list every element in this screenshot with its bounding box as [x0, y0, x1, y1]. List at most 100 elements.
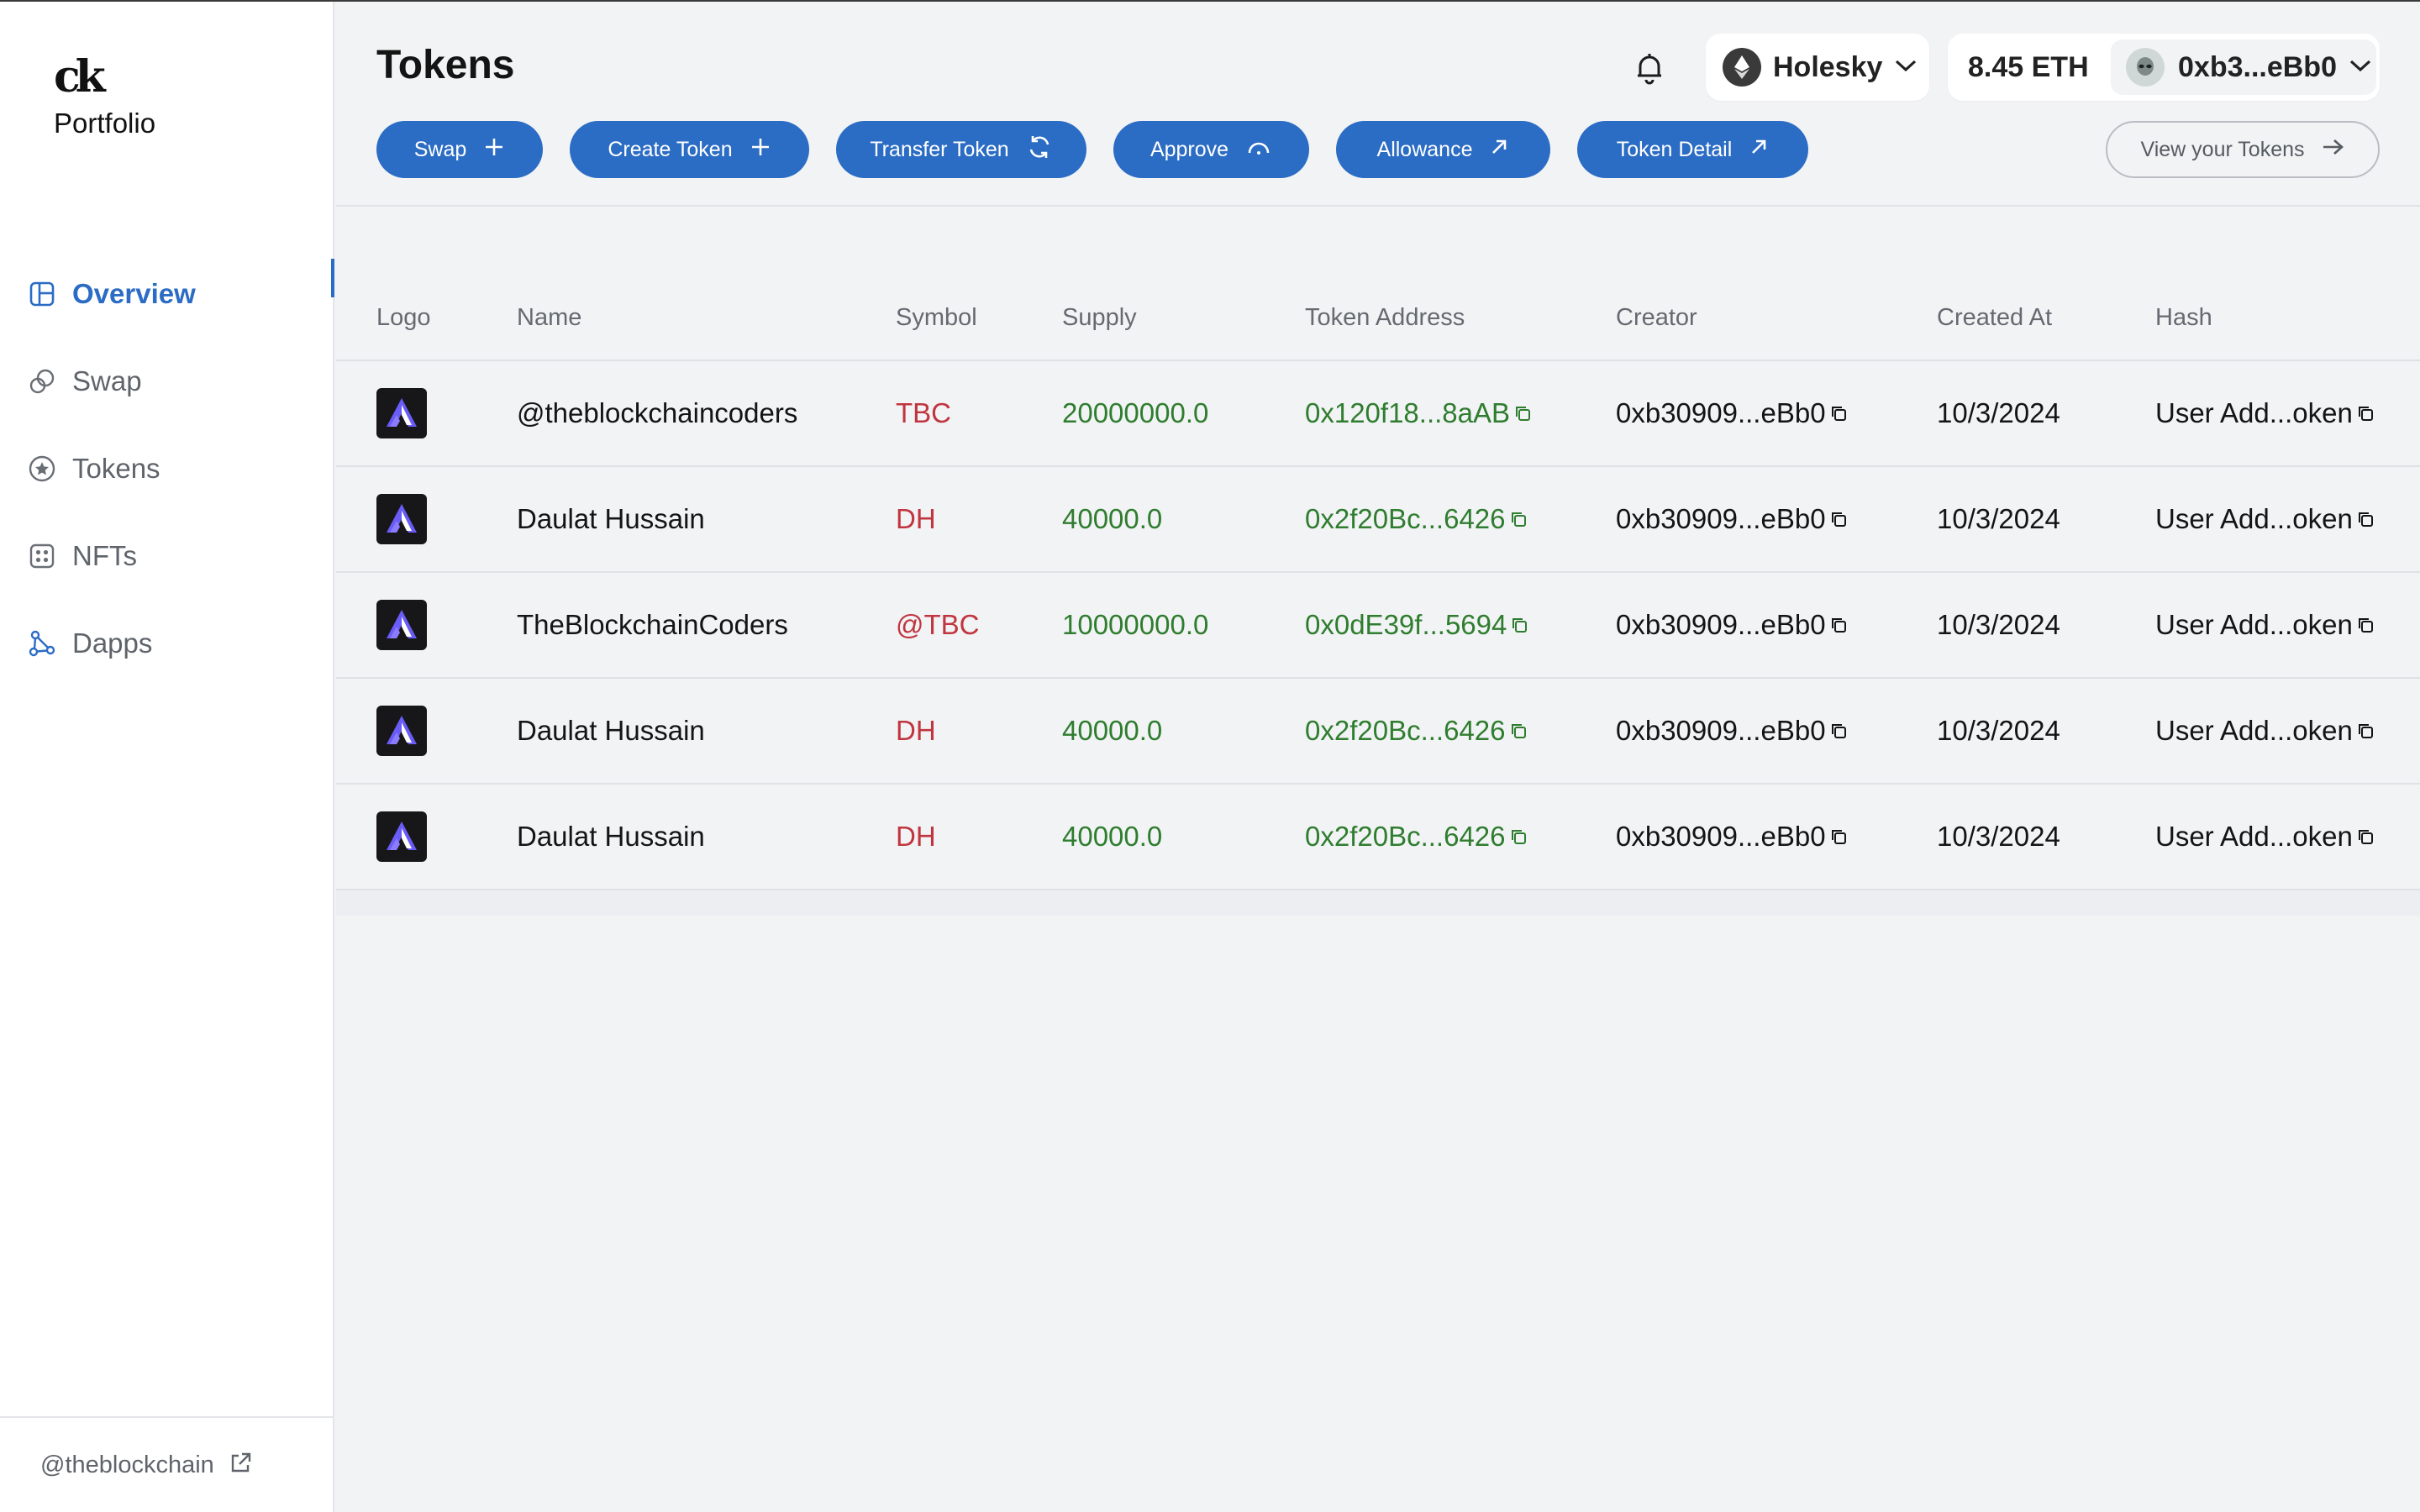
approve-button[interactable]: Approve — [1113, 121, 1309, 178]
copy-icon[interactable] — [1509, 821, 1528, 853]
token-supply: 40000.0 — [1062, 679, 1162, 783]
copy-icon[interactable] — [2356, 609, 2375, 641]
table-header: Logo Name Symbol Supply Token Address Cr… — [336, 277, 2420, 361]
token-address[interactable]: 0x2f20Bc...6426 — [1305, 679, 1528, 783]
token-logo — [376, 785, 427, 889]
column-header-creator: Creator — [1616, 304, 1697, 331]
copy-icon[interactable] — [2356, 821, 2375, 853]
token-supply-text: 40000.0 — [1062, 821, 1163, 852]
swap-button[interactable]: Swap — [376, 121, 543, 178]
table-row[interactable]: Daulat Hussain DH 40000.0 0x2f20Bc...6426 0x… — [336, 467, 2420, 573]
token-address[interactable]: 0x120f18...8aAB — [1305, 361, 1532, 465]
token-name: Daulat Hussain — [517, 785, 705, 889]
table-body: @theblockchaincoders TBC 20000000.0 0x120f1… — [336, 361, 2420, 890]
sidebar-item-label: Tokens — [72, 453, 160, 484]
notification-bell-icon[interactable] — [1630, 49, 1669, 87]
button-label: Create Token — [608, 137, 733, 161]
external-link-icon — [228, 1451, 253, 1480]
swap-coins-icon — [27, 366, 57, 396]
refresh-icon — [1026, 134, 1053, 166]
copy-icon[interactable] — [1829, 397, 1848, 429]
network-nodes-icon — [27, 628, 57, 659]
token-address-text: 0x2f20Bc...6426 — [1305, 821, 1506, 852]
arrow-up-right-icon — [1489, 137, 1509, 163]
sidebar: ck Portfolio Overview Swap Tokens NFTs D… — [0, 2, 334, 1512]
plus-icon — [750, 136, 771, 164]
sidebar-item-nfts[interactable]: NFTs — [0, 512, 334, 600]
token-supply-text: 10000000.0 — [1062, 609, 1209, 640]
token-created-at-text: 10/3/2024 — [1937, 821, 2060, 852]
token-hash[interactable]: User Add...oken — [2155, 361, 2375, 465]
layout-icon — [27, 279, 57, 309]
copy-icon[interactable] — [1829, 609, 1848, 641]
button-label: Token Detail — [1616, 137, 1733, 161]
token-created-at-text: 10/3/2024 — [1937, 609, 2060, 640]
transfer-token-button[interactable]: Transfer Token — [836, 121, 1086, 178]
brand[interactable]: ck Portfolio — [54, 54, 239, 139]
sidebar-item-dapps[interactable]: Dapps — [0, 600, 334, 687]
token-hash-text: User Add...oken — [2155, 503, 2353, 534]
chevron-down-icon — [2349, 58, 2372, 77]
table-row[interactable]: Daulat Hussain DH 40000.0 0x2f20Bc...6426 0x… — [336, 785, 2420, 890]
sidebar-item-overview[interactable]: Overview — [0, 250, 334, 338]
token-creator[interactable]: 0xb30909...eBb0 — [1616, 573, 1848, 677]
button-label: View your Tokens — [2140, 137, 2305, 161]
account-selector[interactable]: 0xb3...eBb0 — [2111, 39, 2376, 95]
token-logo-icon — [376, 600, 427, 650]
copy-icon[interactable] — [1829, 715, 1848, 747]
token-supply: 40000.0 — [1062, 467, 1162, 571]
copy-icon[interactable] — [2356, 397, 2375, 429]
token-address[interactable]: 0x2f20Bc...6426 — [1305, 467, 1528, 571]
token-creator[interactable]: 0xb30909...eBb0 — [1616, 467, 1848, 571]
sidebar-footer-link[interactable]: @theblockchain — [0, 1416, 334, 1512]
token-hash[interactable]: User Add...oken — [2155, 679, 2375, 783]
arrow-up-right-icon — [1749, 137, 1769, 163]
token-creator-text: 0xb30909...eBb0 — [1616, 397, 1826, 428]
copy-icon[interactable] — [1829, 503, 1848, 535]
sidebar-item-tokens[interactable]: Tokens — [0, 425, 334, 512]
token-logo-icon — [376, 811, 427, 862]
allowance-button[interactable]: Allowance — [1336, 121, 1550, 178]
token-creator[interactable]: 0xb30909...eBb0 — [1616, 679, 1848, 783]
network-selector[interactable]: Holesky — [1706, 34, 1929, 101]
plus-icon — [483, 136, 505, 164]
token-hash[interactable]: User Add...oken — [2155, 573, 2375, 677]
brand-logo: ck — [54, 51, 106, 102]
table-row[interactable]: @theblockchaincoders TBC 20000000.0 0x120f1… — [336, 361, 2420, 467]
copy-icon[interactable] — [2356, 503, 2375, 535]
copy-icon[interactable] — [1829, 821, 1848, 853]
token-creator[interactable]: 0xb30909...eBb0 — [1616, 361, 1848, 465]
token-hash-text: User Add...oken — [2155, 609, 2353, 640]
token-name-text: Daulat Hussain — [517, 821, 705, 852]
table-row[interactable]: TheBlockchainCoders @TBC 10000000.0 0x0dE39… — [336, 573, 2420, 679]
column-header-logo: Logo — [376, 304, 431, 331]
token-address-text: 0x2f20Bc...6426 — [1305, 503, 1506, 534]
token-logo — [376, 679, 427, 783]
token-creator-text: 0xb30909...eBb0 — [1616, 503, 1826, 534]
table-row[interactable]: Daulat Hussain DH 40000.0 0x2f20Bc...6426 0x… — [336, 679, 2420, 785]
token-detail-button[interactable]: Token Detail — [1577, 121, 1808, 178]
token-symbol: DH — [896, 785, 936, 889]
sidebar-nav: Overview Swap Tokens NFTs Dapps — [0, 250, 334, 687]
sidebar-item-label: Overview — [72, 278, 196, 309]
copy-icon[interactable] — [1513, 397, 1532, 429]
token-address[interactable]: 0x0dE39f...5694 — [1305, 573, 1528, 677]
eth-balance: 8.45 ETH — [1968, 50, 2089, 83]
token-symbol-text: DH — [896, 715, 936, 746]
token-hash[interactable]: User Add...oken — [2155, 467, 2375, 571]
token-hash[interactable]: User Add...oken — [2155, 785, 2375, 889]
button-label: Approve — [1150, 137, 1229, 161]
token-symbol-text: DH — [896, 821, 936, 852]
wallet-info: 8.45 ETH 0xb3...eBb0 — [1948, 34, 2380, 101]
copy-icon[interactable] — [2356, 715, 2375, 747]
view-your-tokens-button[interactable]: View your Tokens — [2106, 121, 2380, 178]
sidebar-item-swap[interactable]: Swap — [0, 338, 334, 425]
copy-icon[interactable] — [1509, 715, 1528, 747]
copy-icon[interactable] — [1509, 503, 1528, 535]
token-creator[interactable]: 0xb30909...eBb0 — [1616, 785, 1848, 889]
column-header-hash: Hash — [2155, 304, 2212, 331]
token-created-at: 10/3/2024 — [1937, 361, 2060, 465]
copy-icon[interactable] — [1510, 609, 1528, 641]
create-token-button[interactable]: Create Token — [570, 121, 809, 178]
token-address[interactable]: 0x2f20Bc...6426 — [1305, 785, 1528, 889]
